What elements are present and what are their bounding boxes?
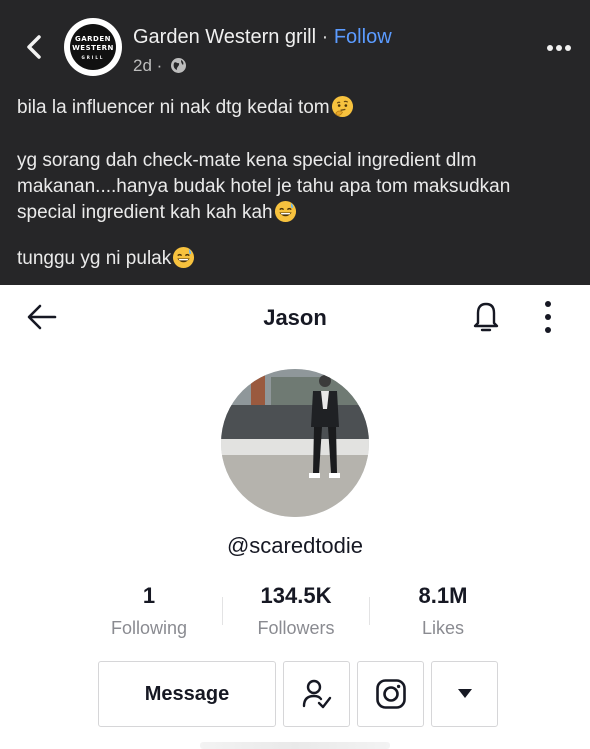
- post-text-line: bila la influencer ni nak dtg kedai tom: [17, 95, 354, 121]
- more-options-button[interactable]: [431, 661, 498, 727]
- instagram-icon: [375, 679, 406, 709]
- separator-dot: ·: [321, 26, 329, 48]
- stat-value: 134.5K: [260, 583, 332, 608]
- more-dots-icon[interactable]: [546, 44, 572, 52]
- page-name-link[interactable]: Garden Western grill: [133, 26, 316, 48]
- instagram-button[interactable]: [357, 661, 424, 727]
- dropdown-arrow-icon: [457, 689, 472, 698]
- stat-label: Likes: [421, 618, 465, 638]
- post-text-line: makanan....hanya budak hotel je tahu apa…: [17, 176, 511, 197]
- back-chevron-icon[interactable]: [22, 30, 46, 64]
- facebook-post: GARDEN WESTERN GRILL Garden Western gril…: [0, 0, 590, 285]
- logo-text-line2: WESTERN: [72, 44, 114, 52]
- bottom-divider: [200, 742, 390, 749]
- add-friend-icon: [302, 679, 331, 709]
- page-logo[interactable]: GARDEN WESTERN GRILL: [64, 18, 122, 76]
- add-friend-button[interactable]: [283, 661, 350, 727]
- message-button[interactable]: Message: [98, 661, 276, 727]
- logo-text-line3: GRILL: [81, 55, 105, 60]
- post-meta: 2d ·: [133, 56, 187, 76]
- post-time[interactable]: 2d ·: [133, 56, 162, 75]
- grinning-sweat-emoji: [173, 246, 195, 269]
- tiktok-profile: Jason @scaredtodie 1 Following 134.5K Fo…: [0, 285, 590, 749]
- globe-icon: [171, 58, 187, 73]
- stat-label: Following: [110, 618, 188, 638]
- profile-handle: @scaredtodie: [226, 533, 364, 558]
- follow-link[interactable]: Follow: [334, 26, 392, 48]
- stat-following[interactable]: 1 Following: [74, 583, 224, 639]
- post-text-line: special ingredient kah kah kah: [17, 200, 297, 226]
- thinking-face-emoji: [331, 95, 353, 118]
- stat-value: 8.1M: [418, 583, 468, 608]
- bell-icon[interactable]: [470, 299, 502, 335]
- avatar[interactable]: [221, 369, 369, 517]
- grinning-sweat-emoji: [274, 200, 296, 223]
- post-text-line: yg sorang dah check-mate kena special in…: [17, 150, 477, 171]
- logo-text-line1: GARDEN: [74, 35, 111, 43]
- stat-likes[interactable]: 8.1M Likes: [368, 583, 518, 639]
- kebab-menu-icon[interactable]: [542, 299, 554, 335]
- stat-label: Followers: [257, 618, 335, 638]
- post-header-line: Garden Western grill · Follow: [133, 26, 392, 49]
- stat-value: 1: [142, 583, 156, 608]
- stat-followers[interactable]: 134.5K Followers: [221, 583, 371, 639]
- post-text-line: tunggu yg ni pulak: [17, 246, 195, 272]
